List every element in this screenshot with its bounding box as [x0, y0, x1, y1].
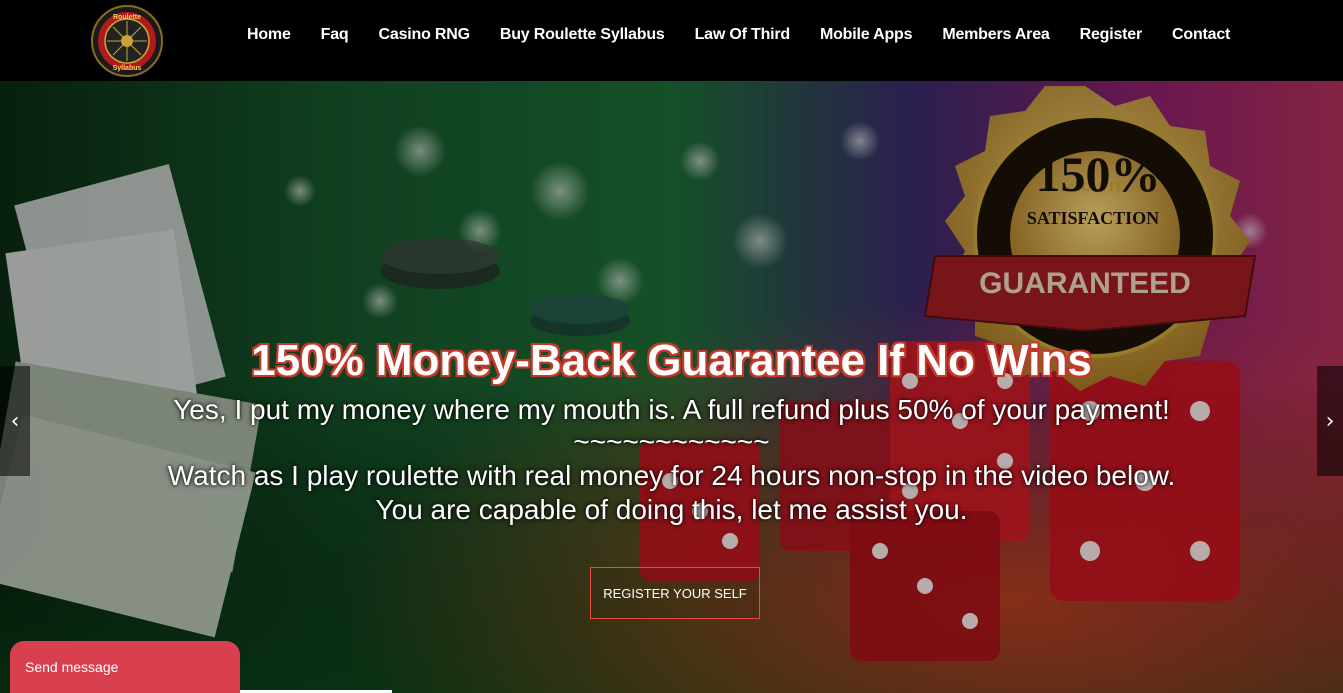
hero-title: 150% Money-Back Guarantee If No Wins: [251, 336, 1092, 385]
roulette-syllabus-logo[interactable]: Roulette Syllabus: [90, 5, 164, 77]
hero-line-watch: Watch as I play roulette with real money…: [167, 460, 1176, 491]
nav-buy-roulette-syllabus[interactable]: Buy Roulette Syllabus: [485, 26, 680, 44]
nav-home[interactable]: Home: [232, 26, 306, 44]
main-nav: Home Faq Casino RNG Buy Roulette Syllabu…: [232, 0, 1245, 70]
nav-register[interactable]: Register: [1065, 26, 1157, 44]
hero-line-refund: Yes, I put my money where my mouth is. A…: [173, 394, 1170, 425]
nav-faq[interactable]: Faq: [306, 26, 364, 44]
send-message-chat-button[interactable]: Send message: [10, 641, 240, 693]
svg-text:Syllabus: Syllabus: [113, 65, 142, 72]
hero-slider: GUARANTEED 150% SATISFACTION GUARANTEED …: [0, 81, 1343, 693]
hero-line-divider: ~~~~~~~~~~~~: [573, 426, 770, 457]
register-yourself-button[interactable]: REGISTER YOUR SELF: [590, 567, 760, 619]
hero-line-capable: You are capable of doing this, let me as…: [375, 494, 968, 525]
nav-members-area[interactable]: Members Area: [927, 26, 1064, 44]
nav-contact[interactable]: Contact: [1157, 26, 1245, 44]
nav-mobile-apps[interactable]: Mobile Apps: [805, 26, 927, 44]
nav-law-of-third[interactable]: Law Of Third: [680, 26, 805, 44]
nav-casino-rng[interactable]: Casino RNG: [364, 26, 485, 44]
top-navbar: Roulette Syllabus Home Faq Casino RNG Bu…: [0, 0, 1343, 81]
svg-text:Roulette: Roulette: [113, 14, 141, 21]
